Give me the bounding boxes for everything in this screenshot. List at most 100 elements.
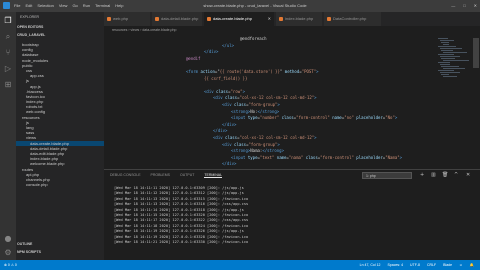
code-token: class — [234, 102, 247, 107]
panel-tab-terminal[interactable]: TERMINAL — [204, 173, 223, 178]
tab-web-php[interactable]: web.php — [104, 12, 151, 26]
minimap-line — [441, 58, 455, 59]
code-token: <input — [231, 115, 248, 121]
tab-label: index.blade.php — [285, 16, 314, 21]
notifications-icon[interactable]: 🔔 — [470, 260, 474, 270]
code-token: class — [303, 154, 318, 160]
close-tab-icon[interactable]: ✕ — [268, 12, 271, 26]
code-token: </div> — [204, 49, 219, 55]
code-token: "No" — [385, 115, 395, 121]
tab-index-blade-php[interactable]: index.blade.php — [276, 12, 323, 26]
code-token: name — [274, 154, 287, 160]
minimap-line — [439, 64, 450, 65]
window-title: show-create.blade.php - crud_laravel - V… — [203, 3, 307, 8]
minimap-line — [439, 40, 454, 41]
explorer-header: EXPLORER — [20, 15, 40, 19]
project-section[interactable]: CRUD_LARAVEL — [17, 33, 45, 39]
outline-section[interactable]: OUTLINE — [17, 242, 32, 248]
terminal-line: [Wed Mar 18 14:11:19 2020] 127.0.0.1:633… — [114, 229, 244, 234]
minimap-line — [439, 56, 460, 57]
code-token: "number" — [259, 115, 280, 121]
code-token: > — [314, 135, 317, 140]
tab-label: data-create.blade.php — [213, 16, 252, 21]
code-token: Nama: — [250, 148, 263, 154]
split-terminal-icon[interactable]: ▥ — [431, 172, 436, 178]
file-tree: bootstrap config database node_modules publi… — [16, 42, 104, 187]
settings-gear-icon[interactable]: ⚙ — [3, 248, 13, 258]
run-debug-icon[interactable]: ▷ — [3, 64, 13, 74]
code-token: class — [216, 88, 229, 94]
new-terminal-icon[interactable]: + — [420, 172, 424, 178]
close-panel-icon[interactable]: ✕ — [466, 172, 470, 178]
panel-tab-problems[interactable]: PROBLEMS — [151, 173, 170, 178]
open-editors-section[interactable]: OPEN EDITORS — [17, 25, 43, 31]
search-icon[interactable]: ⌕ — [3, 32, 13, 42]
status-left: ⊗ 0 ⚠ 0 — [4, 260, 17, 270]
line-ending[interactable]: CRLF — [427, 260, 436, 270]
explorer-icon[interactable]: ❐ — [3, 16, 13, 26]
code-token: > — [277, 102, 280, 107]
panel-tab-debug-console[interactable]: DEBUG CONSOLE — [110, 173, 141, 178]
tab-data-detail-blade-php[interactable]: data-detail.blade.php — [152, 12, 203, 26]
code-token: > — [277, 141, 280, 147]
maximize-panel-icon[interactable]: ^ — [454, 172, 458, 178]
code-token: "form-control" — [320, 154, 354, 160]
menu-item-view[interactable]: View — [59, 3, 68, 8]
code-token: class — [225, 135, 238, 140]
editor-scrollbar[interactable] — [472, 34, 480, 169]
terminal-select[interactable]: 1: php — [362, 172, 412, 179]
terminal-line: [Wed Mar 18 14:11:12 2020] 127.0.0.1:633… — [114, 191, 244, 196]
menu-item-edit[interactable]: Edit — [25, 3, 32, 8]
minimap-line — [442, 52, 467, 53]
minimap[interactable] — [436, 34, 472, 169]
kill-terminal-icon[interactable]: 🗑 — [442, 172, 448, 178]
activity-bar: ❐ ⌕ ⑂ ▷ ⊞ ● ⚙ — [0, 12, 16, 260]
code-editor[interactable]: @endforeach </ul> </div> @endif <form action… — [104, 34, 434, 169]
minimize-button[interactable]: — — [451, 3, 455, 8]
file-type-icon — [207, 17, 211, 21]
language-mode[interactable]: Blade — [443, 260, 452, 270]
maximize-button[interactable]: □ — [463, 3, 465, 8]
extensions-icon[interactable]: ⊞ — [3, 80, 13, 90]
breadcrumb[interactable]: resources › views › data-create.blade.ph… — [104, 26, 480, 34]
feedback-icon[interactable]: ☺ — [459, 260, 463, 270]
menu-item-terminal[interactable]: Terminal — [95, 3, 110, 8]
code-token: "POST" — [301, 69, 317, 74]
minimap-line — [441, 42, 449, 43]
tree-item[interactable]: console.php — [16, 182, 104, 187]
menu-item-selection[interactable]: Selection — [37, 3, 53, 8]
menu-item-help[interactable]: Help — [115, 3, 123, 8]
panel-tab-output[interactable]: OUTPUT — [180, 173, 194, 178]
code-token: > — [399, 154, 403, 160]
source-control-icon[interactable]: ⑂ — [3, 48, 13, 58]
code-token: "form-control" — [296, 115, 330, 121]
code-token: "form-group" — [248, 141, 278, 147]
problems-indicator[interactable]: ⊗ 0 ⚠ 0 — [4, 260, 17, 270]
tab-data-create-blade-php[interactable]: data-create.blade.php ✕ — [204, 12, 275, 26]
title-bar: File Edit Selection View Go Run Terminal Help s… — [0, 0, 480, 12]
file-type-icon — [155, 17, 159, 21]
indentation[interactable]: Spaces: 4 — [387, 260, 403, 270]
code-token: "nama" — [288, 154, 304, 160]
window-controls: — □ ✕ — [451, 3, 477, 8]
terminal-output[interactable]: [Wed Mar 18 14:11:11 2020] 127.0.0.1:633… — [114, 186, 248, 245]
menu-item-go[interactable]: Go — [72, 3, 77, 8]
npm-scripts-section[interactable]: NPM SCRIPTS — [17, 250, 41, 256]
code-token: No: — [250, 108, 258, 114]
menu-item-file[interactable]: File — [14, 3, 20, 8]
close-button[interactable]: ✕ — [474, 3, 477, 8]
encoding[interactable]: UTF-8 — [410, 260, 420, 270]
cursor-position[interactable]: Ln 47, Col 12 — [360, 260, 381, 270]
file-type-icon — [327, 17, 331, 21]
editor-tabs: web.php data-detail.blade.php data-create.… — [104, 12, 480, 26]
minimap-line — [438, 70, 454, 71]
menu-item-run[interactable]: Run — [83, 3, 90, 8]
tab-datacontroller-php[interactable]: DataController.php — [324, 12, 382, 26]
account-icon[interactable]: ● — [3, 234, 13, 244]
minimap-line — [442, 60, 469, 61]
explorer-sidebar: EXPLORER OPEN EDITORS CRUD_LARAVEL boots… — [16, 12, 104, 260]
code-token: "row" — [230, 88, 243, 94]
code-token: </ul> — [222, 42, 235, 48]
scrollbar-thumb[interactable] — [473, 38, 479, 68]
code-token: > — [242, 88, 245, 94]
